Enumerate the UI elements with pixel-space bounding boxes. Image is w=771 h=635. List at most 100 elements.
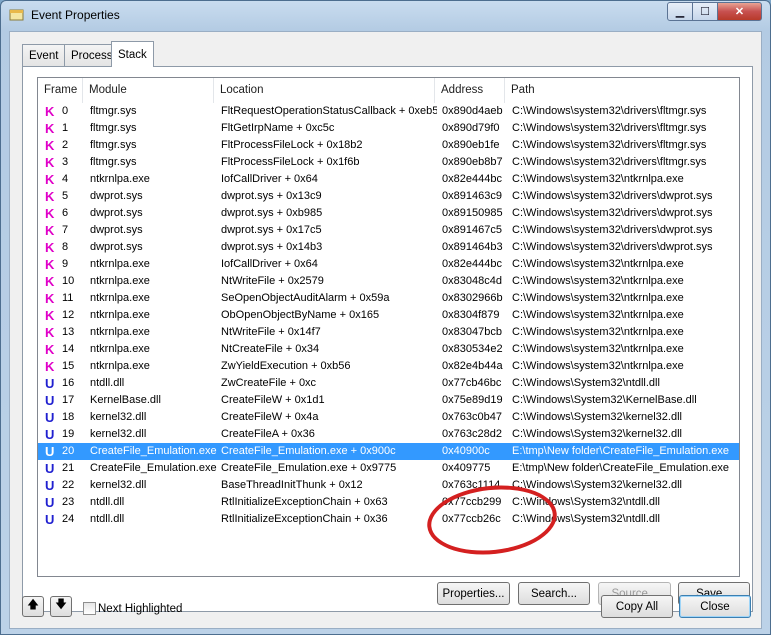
cell-location: dwprot.sys + 0x17c5 <box>221 224 322 236</box>
stack-row[interactable]: K 1 fltmgr.sys FltGetIrpName + 0xc5c 0x890d7… <box>38 120 739 137</box>
stack-row[interactable]: U 22 kernel32.dll BaseThreadInitThunk + 0x1… <box>38 477 739 494</box>
cell-path: C:\Windows\System32\kernel32.dll <box>512 411 682 423</box>
cell-frame: 8 <box>62 241 69 253</box>
column-header-path[interactable]: Path <box>505 78 739 103</box>
cell-location: IofCallDriver + 0x64 <box>221 173 318 185</box>
stack-row[interactable]: U 17 KernelBase.dll CreateFileW + 0x1d1 0x75… <box>38 392 739 409</box>
stack-tab-panel: Frame Module Location Address Path K 0 flt… <box>22 66 753 612</box>
stack-row[interactable]: K 13 ntkrnlpa.exe NtWriteFile + 0x14f7 0x830… <box>38 324 739 341</box>
stack-row[interactable]: K 8 dwprot.sys dwprot.sys + 0x14b3 0x891464b… <box>38 239 739 256</box>
cell-path: C:\Windows\system32\ntkrnlpa.exe <box>512 258 684 270</box>
column-header-frame[interactable]: Frame <box>38 78 83 103</box>
cell-address: 0x890eb1fe <box>442 139 500 151</box>
cell-address: 0x77cb46bc <box>442 377 502 389</box>
close-window-button[interactable]: ✕ <box>717 2 762 21</box>
minimize-button[interactable]: ▁ <box>667 2 693 21</box>
close-button[interactable]: Close <box>679 595 751 618</box>
cell-module: ntdll.dll <box>90 513 125 525</box>
cell-location: IofCallDriver + 0x64 <box>221 258 318 270</box>
copy-all-button[interactable]: Copy All <box>601 595 673 618</box>
cell-module: ntkrnlpa.exe <box>90 326 150 338</box>
stack-row[interactable]: K 6 dwprot.sys dwprot.sys + 0xb985 0x8915098… <box>38 205 739 222</box>
cell-frame: 20 <box>62 445 75 457</box>
properties-button[interactable]: Properties... <box>437 582 510 605</box>
cell-frame: 9 <box>62 258 69 270</box>
kernel-frame-icon: K <box>45 274 55 289</box>
search-button[interactable]: Search... <box>518 582 590 605</box>
tab-event[interactable]: Event <box>22 44 66 66</box>
cell-module: dwprot.sys <box>90 190 143 202</box>
cell-frame: 1 <box>62 122 69 134</box>
cell-module: KernelBase.dll <box>90 394 161 406</box>
stack-row[interactable]: K 12 ntkrnlpa.exe ObOpenObjectByName + 0x16… <box>38 307 739 324</box>
cell-module: dwprot.sys <box>90 207 143 219</box>
cell-location: dwprot.sys + 0x13c9 <box>221 190 322 202</box>
stack-row[interactable]: K 4 ntkrnlpa.exe IofCallDriver + 0x64 0x82e4… <box>38 171 739 188</box>
cell-location: dwprot.sys + 0xb985 <box>221 207 323 219</box>
stack-row[interactable]: K 14 ntkrnlpa.exe NtCreateFile + 0x34 0x8305… <box>38 341 739 358</box>
cell-frame: 22 <box>62 479 75 491</box>
cell-frame: 10 <box>62 275 75 287</box>
cell-address: 0x8302966b <box>442 292 503 304</box>
column-header-module[interactable]: Module <box>83 78 214 103</box>
cell-path: C:\Windows\system32\drivers\dwprot.sys <box>512 224 713 236</box>
title-bar[interactable]: Event Properties ▁ ☐ ✕ <box>1 1 770 29</box>
kernel-frame-icon: K <box>45 172 55 187</box>
cell-frame: 14 <box>62 343 75 355</box>
arrow-up-icon: 🡅 <box>27 599 39 611</box>
stack-row[interactable]: K 9 ntkrnlpa.exe IofCallDriver + 0x64 0x82e4… <box>38 256 739 273</box>
stack-row[interactable]: U 23 ntdll.dll RtlInitializeExceptionChain … <box>38 494 739 511</box>
cell-frame: 23 <box>62 496 75 508</box>
cell-address: 0x890d79f0 <box>442 122 500 134</box>
stack-row[interactable]: U 19 kernel32.dll CreateFileA + 0x36 0x763c2… <box>38 426 739 443</box>
cell-frame: 0 <box>62 105 69 117</box>
cell-module: fltmgr.sys <box>90 122 137 134</box>
kernel-frame-icon: K <box>45 155 55 170</box>
tab-label: Process <box>71 49 113 62</box>
stack-row[interactable]: K 7 dwprot.sys dwprot.sys + 0x17c5 0x891467c… <box>38 222 739 239</box>
next-highlighted-checkbox[interactable] <box>83 602 96 615</box>
column-header-address[interactable]: Address <box>435 78 505 103</box>
stack-row[interactable]: K 5 dwprot.sys dwprot.sys + 0x13c9 0x891463c… <box>38 188 739 205</box>
cell-module: ntkrnlpa.exe <box>90 173 150 185</box>
stack-row[interactable]: K 10 ntkrnlpa.exe NtWriteFile + 0x2579 0x830… <box>38 273 739 290</box>
maximize-button[interactable]: ☐ <box>692 2 718 21</box>
stack-row[interactable]: K 11 ntkrnlpa.exe SeOpenObjectAuditAlarm + … <box>38 290 739 307</box>
next-highlighted-arrow-button[interactable]: 🡇 <box>50 596 72 617</box>
cell-frame: 13 <box>62 326 75 338</box>
stack-row[interactable]: U 21 CreateFile_Emulation.exe CreateFile_Em… <box>38 460 739 477</box>
stack-row[interactable]: K 0 fltmgr.sys FltRequestOperationStatusCal… <box>38 103 739 120</box>
stack-list[interactable]: Frame Module Location Address Path K 0 flt… <box>37 77 740 577</box>
event-properties-window: Event Properties ▁ ☐ ✕ Event Process Sta… <box>0 0 771 635</box>
tab-stack[interactable]: Stack <box>111 41 154 67</box>
tab-label: Event <box>29 49 59 62</box>
cell-path: C:\Windows\system32\drivers\dwprot.sys <box>512 241 713 253</box>
stack-row[interactable]: U 16 ntdll.dll ZwCreateFile + 0xc 0x77cb46bc… <box>38 375 739 392</box>
cell-location: dwprot.sys + 0x14b3 <box>221 241 323 253</box>
maximize-icon: ☐ <box>700 6 710 18</box>
stack-row[interactable]: U 24 ntdll.dll RtlInitializeExceptionChain … <box>38 511 739 528</box>
stack-row[interactable]: K 2 fltmgr.sys FltProcessFileLock + 0x18b2 0… <box>38 137 739 154</box>
kernel-frame-icon: K <box>45 138 55 153</box>
previous-highlighted-button[interactable]: 🡅 <box>22 596 44 617</box>
tab-label: Stack <box>118 48 147 61</box>
stack-row[interactable]: K 15 ntkrnlpa.exe ZwYieldExecution + 0xb56 0… <box>38 358 739 375</box>
arrow-down-icon: 🡇 <box>55 599 67 611</box>
window-title: Event Properties <box>31 8 120 22</box>
cell-frame: 19 <box>62 428 75 440</box>
stack-row[interactable]: U 18 kernel32.dll CreateFileW + 0x4a 0x763c0… <box>38 409 739 426</box>
cell-location: BaseThreadInitThunk + 0x12 <box>221 479 363 491</box>
cell-address: 0x75e89d19 <box>442 394 503 406</box>
cell-address: 0x890d4aeb <box>442 105 503 117</box>
stack-row[interactable]: U 20 CreateFile_Emulation.exe CreateFile_Em… <box>38 443 739 460</box>
stack-row[interactable]: K 3 fltmgr.sys FltProcessFileLock + 0x1f6b 0… <box>38 154 739 171</box>
event-properties-icon <box>9 9 24 21</box>
cell-location: FltProcessFileLock + 0x1f6b <box>221 156 360 168</box>
cell-location: CreateFileA + 0x36 <box>221 428 315 440</box>
column-header-location[interactable]: Location <box>214 78 435 103</box>
cell-path: C:\Windows\system32\ntkrnlpa.exe <box>512 309 684 321</box>
user-frame-icon: U <box>45 376 55 391</box>
cell-path: C:\Windows\system32\drivers\fltmgr.sys <box>512 139 707 151</box>
cell-path: C:\Windows\system32\ntkrnlpa.exe <box>512 275 684 287</box>
button-label: Search... <box>530 587 578 600</box>
